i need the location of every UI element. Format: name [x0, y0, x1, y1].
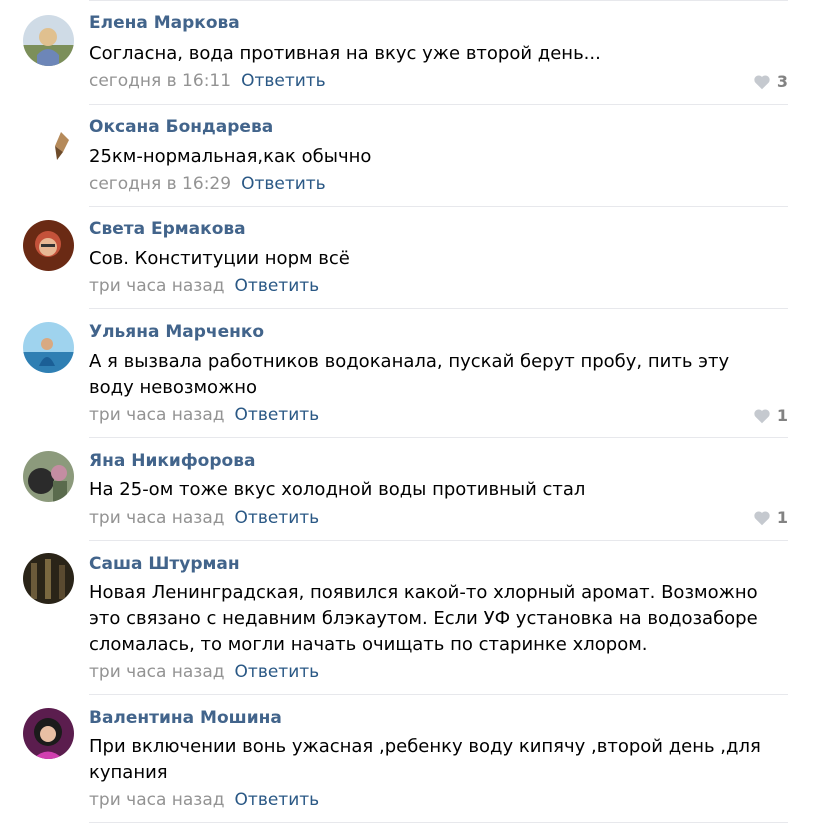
comment-text: Согласна, вода противная на вкус уже вто… [89, 43, 601, 64]
avatar-image [23, 15, 74, 66]
heart-icon [754, 510, 770, 525]
comment-time[interactable]: три часа назад [89, 790, 225, 810]
author-name[interactable]: Елена Маркова [89, 13, 240, 33]
author-name[interactable]: Саша Штурман [89, 554, 240, 574]
comment-divider [89, 437, 788, 438]
comment-text: А я вызвала работников водоканала, пуска… [89, 351, 730, 398]
avatar[interactable] [23, 553, 74, 604]
comment-divider [89, 822, 788, 823]
comment-meta: три часа назад Ответить [89, 276, 319, 296]
avatar-image [23, 451, 74, 502]
avatar-image [23, 220, 74, 271]
avatar-image [23, 708, 74, 759]
comment-divider [89, 308, 788, 309]
avatar-image [23, 118, 74, 169]
comment-meta: три часа назад Ответить [89, 662, 319, 682]
reply-button[interactable]: Ответить [235, 508, 320, 528]
comment-time[interactable]: три часа назад [89, 405, 225, 425]
avatar[interactable] [23, 15, 74, 66]
like-count: 1 [776, 508, 788, 527]
like-button[interactable]: 3 [753, 72, 788, 91]
comment-divider [89, 694, 788, 695]
reply-button[interactable]: Ответить [241, 71, 326, 91]
like-button[interactable]: 1 [753, 508, 788, 527]
top-divider [89, 0, 788, 1]
avatar[interactable] [23, 451, 74, 502]
reply-button[interactable]: Ответить [235, 276, 320, 296]
reply-button[interactable]: Ответить [235, 662, 320, 682]
comment-meta: три часа назад Ответить [89, 405, 319, 425]
author-name[interactable]: Оксана Бондарева [89, 117, 273, 137]
comment-divider [89, 104, 788, 105]
avatar[interactable] [23, 708, 74, 759]
avatar-image [23, 322, 74, 373]
avatar[interactable] [23, 322, 74, 373]
comment-divider [89, 206, 788, 207]
reply-button[interactable]: Ответить [235, 790, 320, 810]
author-name[interactable]: Яна Никифорова [89, 451, 255, 471]
heart-icon [754, 74, 770, 89]
comment-meta: сегодня в 16:29 Ответить [89, 174, 326, 194]
comment-time[interactable]: сегодня в 16:29 [89, 174, 231, 194]
comment-text: При включении вонь ужасная ,ребенку воду… [89, 736, 761, 783]
like-count: 1 [776, 406, 788, 425]
comment-text: 25км-нормальная,как обычно [89, 146, 372, 167]
comment-text: Сов. Конституции норм всё [89, 248, 350, 269]
comment-time[interactable]: три часа назад [89, 276, 225, 296]
reply-button[interactable]: Ответить [241, 174, 326, 194]
comment-time[interactable]: сегодня в 16:11 [89, 71, 231, 91]
comment-divider [89, 540, 788, 541]
author-name[interactable]: Света Ермакова [89, 219, 246, 239]
like-count: 3 [776, 72, 788, 91]
author-name[interactable]: Валентина Мошина [89, 708, 282, 728]
author-name[interactable]: Ульяна Марченко [89, 322, 264, 342]
avatar[interactable] [23, 220, 74, 271]
comment-text: Новая Ленинградская, появился какой-то х… [89, 582, 758, 655]
avatar-image [23, 553, 74, 604]
reply-button[interactable]: Ответить [235, 405, 320, 425]
comment-text: На 25-ом тоже вкус холодной воды противн… [89, 479, 586, 500]
avatar[interactable] [23, 118, 74, 169]
like-button[interactable]: 1 [753, 406, 788, 425]
heart-icon [754, 408, 770, 423]
comment-meta: три часа назад Ответить [89, 790, 319, 810]
comment-meta: три часа назад Ответить [89, 508, 319, 528]
comment-time[interactable]: три часа назад [89, 508, 225, 528]
comment-time[interactable]: три часа назад [89, 662, 225, 682]
comment-meta: сегодня в 16:11 Ответить [89, 71, 326, 91]
